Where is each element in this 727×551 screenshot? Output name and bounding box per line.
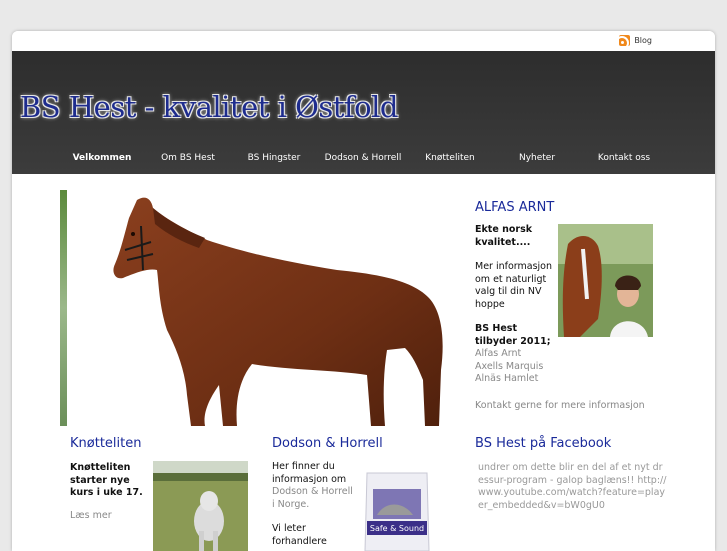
hero-horse-image <box>67 190 465 426</box>
sidebar-title[interactable]: ALFAS ARNT <box>475 200 554 215</box>
sidebar-text: Ekte norsk kvalitet.... Mer informasjon … <box>475 224 557 386</box>
sidebar-horse-item: Alnäs Hamlet <box>475 373 539 384</box>
sidebar-offer-title: BS Hest tilbyder 2011; <box>475 323 551 347</box>
site-header: BS Hest - kvalitet i Østfold Velkommen O… <box>12 51 715 174</box>
blog-label: Blog <box>634 36 652 45</box>
nav-item-dodson-horrell[interactable]: Dodson & Horrell <box>325 153 402 163</box>
facebook-title[interactable]: BS Hest på Facebook <box>475 436 611 451</box>
main-nav: Velkommen Om BS Hest BS Hingster Dodson … <box>12 153 715 169</box>
dodson-text: Her finner du informasjon om Dodson & Ho… <box>272 461 360 548</box>
knotteliten-title[interactable]: Knøtteliten <box>70 436 141 451</box>
page-container: Blog BS Hest - kvalitet i Østfold Velkom… <box>12 31 715 551</box>
dodson-country: i Norge. <box>272 498 310 510</box>
blog-link[interactable]: Blog <box>619 35 652 46</box>
nav-item-knotteliten[interactable]: Knøtteliten <box>425 153 474 163</box>
product-label: Safe & Sound <box>370 524 424 533</box>
dodson-brand-link[interactable]: Dodson & Horrell <box>272 486 360 499</box>
nav-item-velkommen[interactable]: Velkommen <box>73 153 132 163</box>
feed-bag-photo: Safe & Sound <box>363 471 431 551</box>
horse-illustration <box>113 197 443 426</box>
nav-item-nyheter[interactable]: Nyheter <box>519 153 555 163</box>
hero-edge-strip <box>60 190 67 426</box>
sidebar-horse-item: Alfas Arnt <box>475 348 522 359</box>
knotteliten-read-more-link[interactable]: Læs mer <box>70 510 112 521</box>
pony-photo <box>153 461 248 551</box>
dodson-intro: Her finner du informasjon om <box>272 461 347 485</box>
knotteliten-text: Knøtteliten starter nye kurs i uke 17. <box>70 462 143 498</box>
site-title[interactable]: BS Hest - kvalitet i Østfold <box>20 90 398 124</box>
sidebar-horse-photo <box>558 224 653 337</box>
nav-item-om-bs-hest[interactable]: Om BS Hest <box>161 153 215 163</box>
top-bar: Blog <box>12 31 715 51</box>
rss-icon <box>619 35 631 46</box>
sidebar-contact-link[interactable]: Kontakt gerne for mere informasjon <box>475 400 645 411</box>
dodson-retailers: Vi leter forhandlere <box>272 523 327 547</box>
sidebar-horse-item: Axells Marquis <box>475 360 544 372</box>
sidebar-intro: Ekte norsk kvalitet.... <box>475 224 533 248</box>
nav-item-bs-hingster[interactable]: BS Hingster <box>248 153 301 163</box>
nav-item-kontakt-oss[interactable]: Kontakt oss <box>598 153 650 163</box>
facebook-post: undrer om dette blir en del af et nyt dr… <box>478 462 667 511</box>
dodson-title[interactable]: Dodson & Horrell <box>272 436 383 451</box>
sidebar-info: Mer informasjon om et naturligt valg til… <box>475 261 553 310</box>
